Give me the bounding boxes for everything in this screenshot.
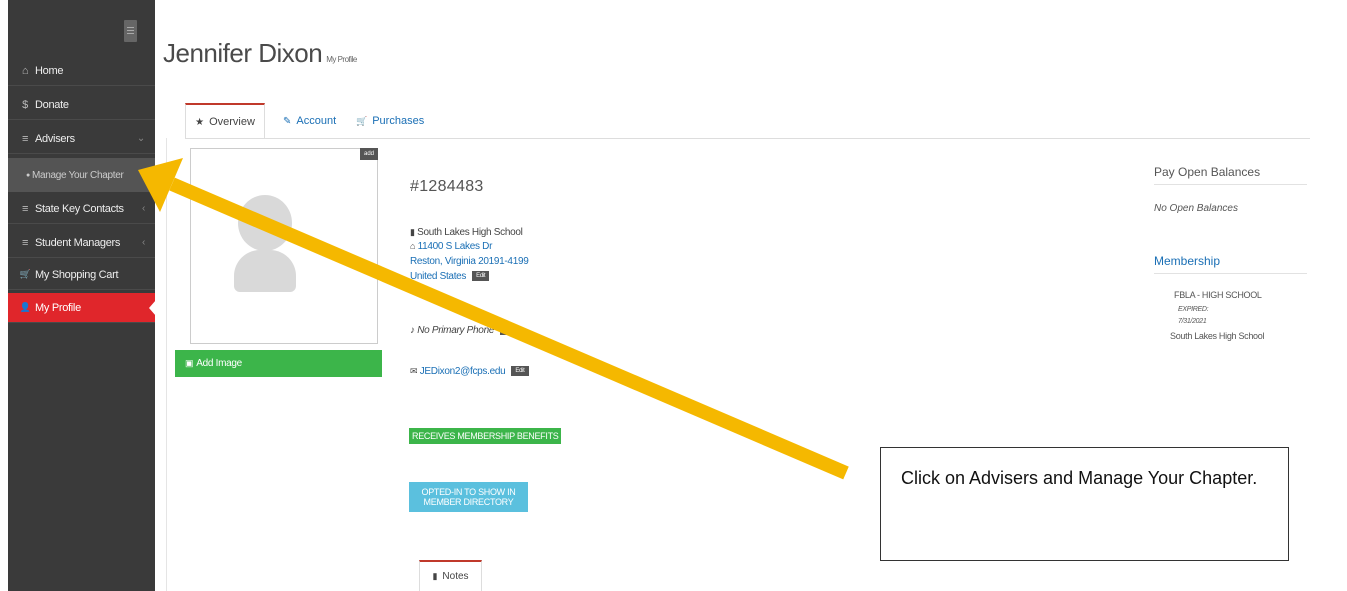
list-icon: ≡: [21, 202, 29, 215]
membership-type: FBLA - HIGH SCHOOL: [1174, 290, 1262, 300]
chevron-left-icon: ‹: [141, 203, 145, 214]
add-photo-button[interactable]: add: [360, 148, 378, 160]
phone-row: ♪ No Primary Phone Add: [410, 325, 518, 336]
phone-icon: ♪: [410, 325, 415, 336]
expired-label: EXPIRED:: [1178, 306, 1209, 313]
avatar-placeholder-body: [234, 250, 296, 292]
country-row: United States Edit: [410, 271, 490, 282]
membership-heading: Membership: [1154, 254, 1221, 268]
cart-icon: 🛒: [19, 269, 31, 279]
building-icon: ▮: [410, 227, 415, 237]
sidebar-item-label: State Key Contacts: [35, 202, 124, 215]
page-subtitle: My Profile: [326, 55, 357, 64]
star-icon: ★: [195, 116, 205, 128]
address-line1: 11400 S Lakes Dr: [417, 241, 493, 252]
sidebar-item-label: Manage Your Chapter: [31, 169, 124, 181]
tab-purchases[interactable]: 🛒 Purchases: [356, 103, 424, 139]
membership-school: South Lakes High School: [1170, 331, 1265, 341]
chevron-left-icon: ‹: [141, 237, 145, 248]
sidebar-item-label: My Shopping Cart: [35, 268, 119, 281]
sidebar-item-label: My Profile: [35, 301, 81, 314]
school-name: ▮ South Lakes High School: [410, 227, 523, 238]
profile-photo: [190, 148, 378, 344]
address-line1-link[interactable]: ⌂ 11400 S Lakes Dr: [410, 241, 492, 252]
expired-date: 7/31/2021: [1178, 318, 1207, 325]
sidebar: ⌂ Home $ Donate ≡ Advisers ⌄ ● Manage Yo…: [8, 0, 156, 591]
directory-badge-line2: MEMBER DIRECTORY: [423, 497, 514, 507]
sidebar-item-label: Home: [35, 64, 64, 77]
page-title: Jennifer Dixon My Profile: [163, 38, 357, 69]
directory-badge-line1: OPTED-IN TO SHOW IN: [421, 487, 516, 497]
add-phone-button[interactable]: Add: [500, 325, 518, 336]
sidebar-item-advisers[interactable]: ≡ Advisers ⌄: [8, 124, 155, 154]
sidebar-item-shopping-cart[interactable]: 🛒 My Shopping Cart: [8, 260, 155, 290]
sidebar-toggle-icon[interactable]: [124, 20, 137, 42]
avatar-placeholder-icon: [238, 195, 292, 251]
user-icon: 👤: [19, 302, 31, 312]
sidebar-item-label: Advisers: [35, 132, 75, 145]
instruction-callout: Click on Advisers and Manage Your Chapte…: [880, 447, 1289, 561]
edit-icon: ✎: [283, 115, 292, 127]
profile-name: Jennifer Dixon: [163, 38, 323, 68]
edit-address-button[interactable]: Edit: [472, 271, 490, 282]
chevron-down-icon: ⌄: [136, 133, 145, 144]
edit-email-button[interactable]: Edit: [511, 366, 529, 377]
sidebar-item-donate[interactable]: $ Donate: [8, 90, 155, 120]
divider: [1154, 273, 1307, 274]
tab-label: Account: [296, 115, 337, 127]
home-icon: ⌂: [21, 64, 29, 77]
phone-value: No Primary Phone: [417, 325, 495, 336]
envelope-icon: ✉: [410, 366, 418, 376]
sidebar-item-home[interactable]: ⌂ Home: [8, 56, 155, 86]
sidebar-item-my-profile[interactable]: 👤 My Profile: [8, 293, 156, 323]
email-link[interactable]: JEDixon2@fcps.edu: [420, 366, 506, 377]
sidebar-item-label: Student Managers: [35, 236, 121, 249]
tab-overview[interactable]: ★ Overview: [185, 103, 265, 139]
dollar-icon: $: [22, 98, 28, 111]
open-balances-text: No Open Balances: [1154, 203, 1238, 214]
image-icon: ▣: [185, 358, 194, 368]
tab-divider: [185, 138, 1310, 139]
tab-label: Purchases: [372, 115, 425, 127]
membership-benefits-badge: RECEIVES MEMBERSHIP BENEFITS: [409, 428, 562, 444]
info-icon: ●: [26, 171, 30, 179]
tab-notes[interactable]: ▮ Notes: [419, 560, 482, 591]
content-border: [166, 138, 167, 591]
tab-label: Overview: [209, 116, 255, 128]
pay-open-balances-heading: Pay Open Balances: [1154, 165, 1261, 179]
add-image-label: Add Image: [196, 358, 242, 369]
address-line2-link[interactable]: Reston, Virginia 20191-4199: [410, 256, 529, 267]
cart-icon: 🛒: [356, 115, 368, 126]
tab-label: Notes: [442, 571, 469, 582]
sidebar-item-label: Donate: [35, 98, 69, 111]
sidebar-item-student-managers[interactable]: ≡ Student Managers ‹: [8, 228, 155, 258]
school-label: South Lakes High School: [417, 227, 523, 238]
tab-account[interactable]: ✎ Account: [283, 103, 336, 139]
add-image-button[interactable]: ▣ Add Image: [175, 350, 382, 377]
list-icon: ≡: [21, 132, 29, 145]
country-link[interactable]: United States: [410, 271, 466, 282]
member-directory-badge: OPTED-IN TO SHOW IN MEMBER DIRECTORY: [409, 482, 528, 512]
sidebar-item-state-key-contacts[interactable]: ≡ State Key Contacts ‹: [8, 194, 155, 224]
sidebar-item-manage-your-chapter[interactable]: ● Manage Your Chapter: [8, 158, 155, 192]
list-icon: ≡: [21, 236, 29, 249]
email-row: ✉ JEDixon2@fcps.edu Edit: [410, 366, 529, 377]
member-id: #1284483: [410, 178, 484, 195]
home-icon: ⌂: [410, 241, 416, 251]
file-icon: ▮: [432, 571, 438, 581]
divider: [1154, 184, 1307, 185]
